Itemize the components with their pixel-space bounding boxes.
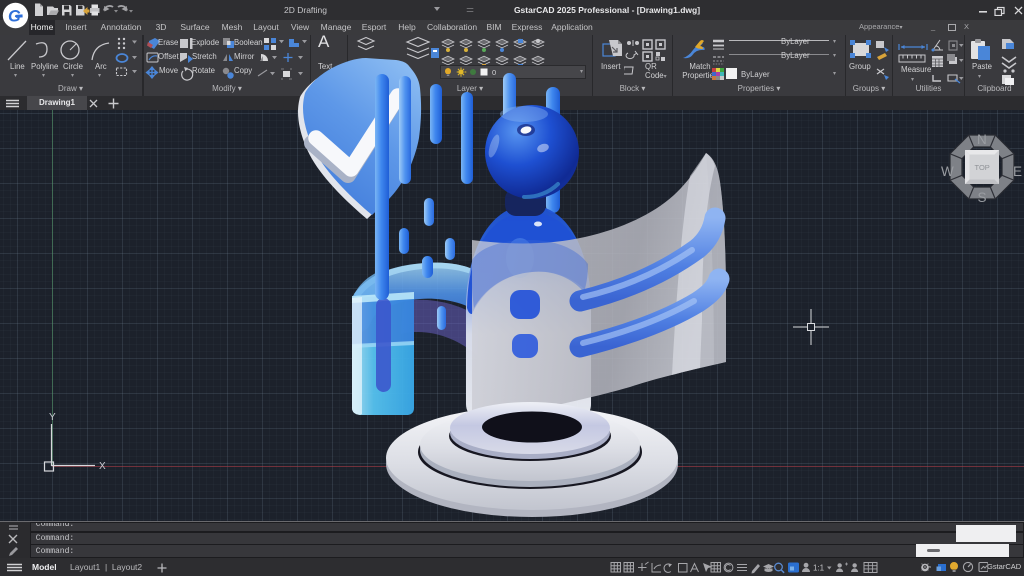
svg-text:TOP: TOP — [975, 163, 990, 172]
svg-text:S: S — [978, 190, 987, 205]
svg-text:0: 0 — [492, 68, 496, 77]
svg-text:X: X — [99, 461, 106, 472]
svg-text:W: W — [941, 164, 954, 179]
svg-text:1:1: 1:1 — [813, 564, 825, 573]
svg-text:Y: Y — [49, 412, 56, 423]
svg-text:E: E — [1013, 164, 1022, 179]
svg-text:N: N — [977, 132, 987, 147]
